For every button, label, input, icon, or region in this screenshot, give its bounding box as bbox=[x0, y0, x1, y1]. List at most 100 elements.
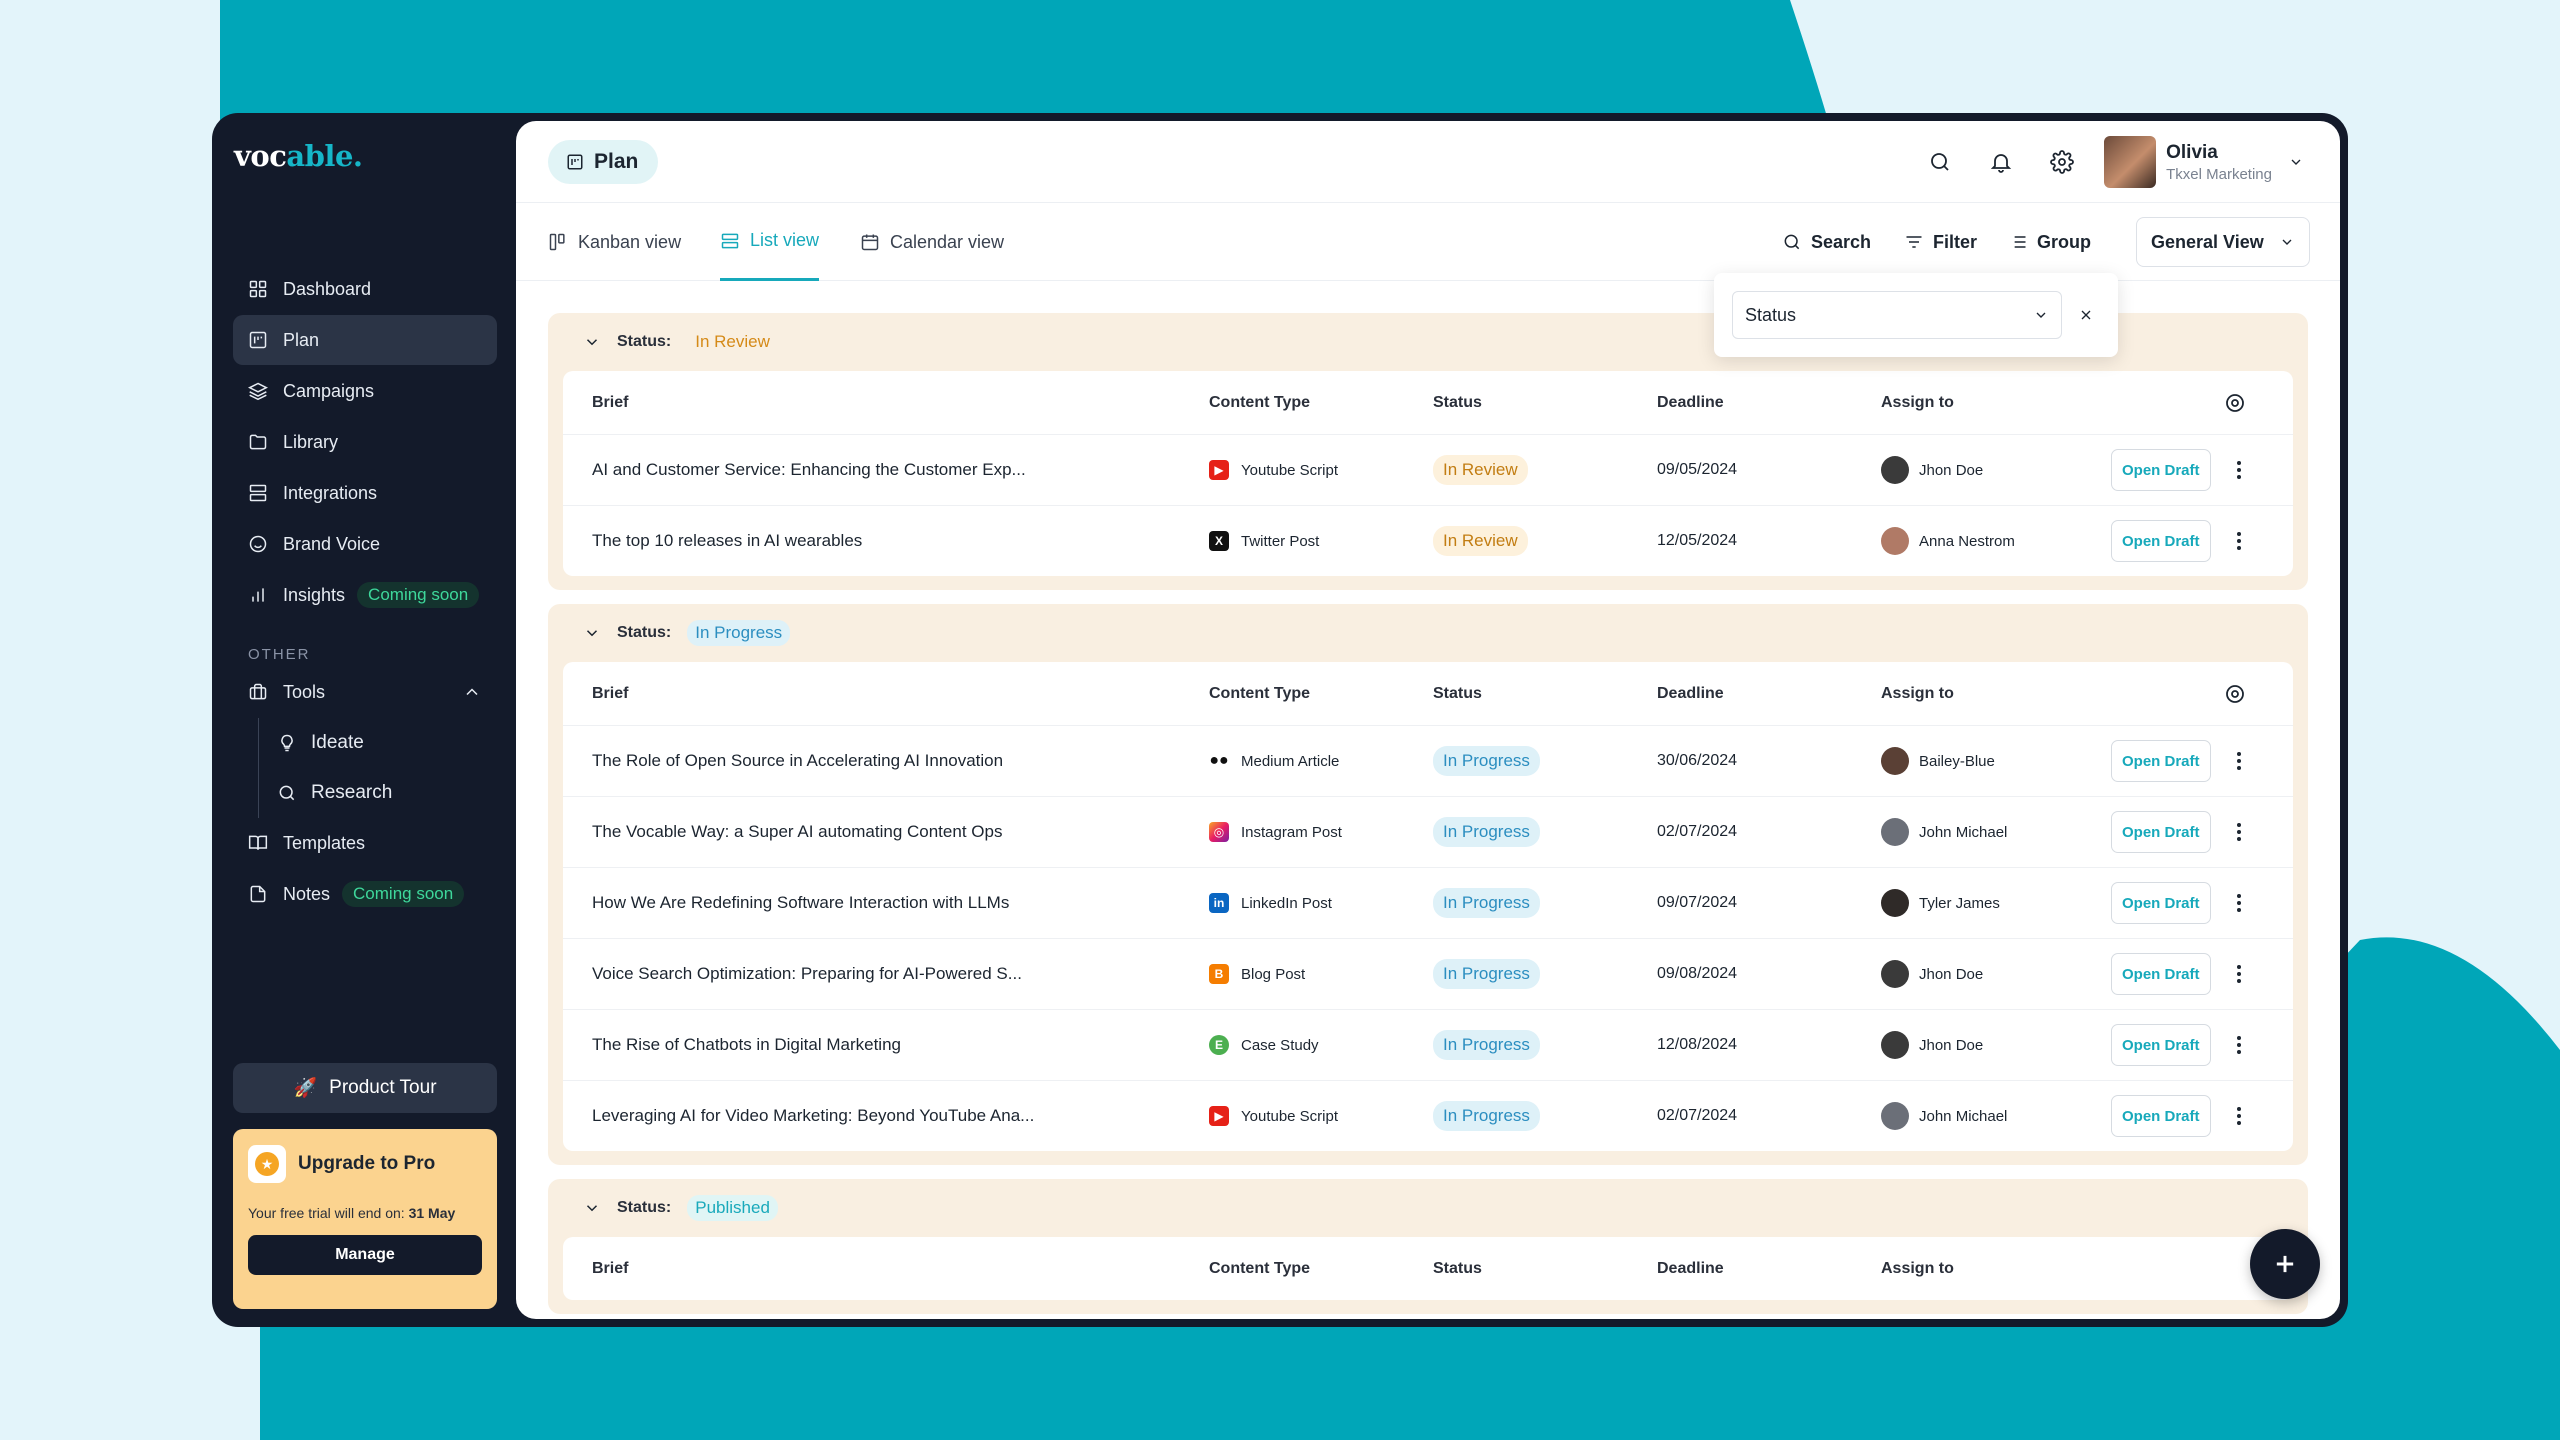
app-window: vocable. Dashboard Plan Campaigns Librar… bbox=[212, 113, 2348, 1327]
notifications-button[interactable] bbox=[1970, 135, 2031, 189]
kanban-icon bbox=[549, 233, 565, 251]
close-filter-button[interactable] bbox=[2074, 303, 2098, 327]
settings-button[interactable] bbox=[2031, 135, 2092, 189]
column-header-assign: Assign to bbox=[1881, 1259, 1954, 1277]
search-tool-button[interactable]: Search bbox=[1782, 203, 1871, 281]
filter-field-select[interactable]: Status bbox=[1732, 291, 2062, 339]
product-tour-button[interactable]: 🚀 Product Tour bbox=[233, 1063, 497, 1113]
more-options-button[interactable] bbox=[2227, 1010, 2251, 1080]
row-deadline: 09/08/2024 bbox=[1657, 965, 1738, 982]
open-draft-button[interactable]: Open Draft bbox=[2111, 520, 2211, 562]
open-draft-button[interactable]: Open Draft bbox=[2111, 449, 2211, 491]
table-row[interactable]: The Role of Open Source in Accelerating … bbox=[563, 725, 2293, 796]
linkedin-icon: in bbox=[1209, 893, 1229, 913]
more-options-button[interactable] bbox=[2227, 797, 2251, 867]
layers-icon bbox=[247, 380, 269, 402]
sidebar-item-ideate[interactable]: Ideate bbox=[259, 718, 497, 768]
search-button[interactable] bbox=[1909, 135, 1970, 189]
row-assignee: Jhon Doe bbox=[1881, 1010, 1983, 1080]
sidebar-item-brand-voice[interactable]: Brand Voice bbox=[233, 519, 497, 569]
tab-kanban[interactable]: Kanban view bbox=[548, 203, 681, 281]
column-header-content-type: Content Type bbox=[1209, 684, 1311, 702]
user-menu[interactable]: Olivia Tkxel Marketing bbox=[2104, 136, 2304, 188]
status-badge: In Progress bbox=[1433, 1030, 1540, 1060]
sidebar-item-research[interactable]: Research bbox=[259, 768, 497, 818]
more-options-button[interactable] bbox=[2227, 726, 2251, 796]
tab-calendar[interactable]: Calendar view bbox=[860, 203, 1004, 281]
kebab-menu-icon bbox=[2237, 461, 2241, 479]
open-draft-button[interactable]: Open Draft bbox=[2111, 740, 2211, 782]
bar-chart-icon bbox=[247, 584, 269, 606]
filter-button[interactable]: Filter bbox=[1904, 203, 1977, 281]
group-header[interactable]: Status: In Progress bbox=[563, 604, 2293, 662]
page-title-label: Plan bbox=[594, 149, 639, 173]
row-content-type: E Case Study bbox=[1209, 1010, 1319, 1080]
open-draft-button[interactable]: Open Draft bbox=[2111, 953, 2211, 995]
group-header[interactable]: Status: Published bbox=[563, 1179, 2293, 1237]
table-row[interactable]: The top 10 releases in AI wearables X Twi… bbox=[563, 505, 2293, 576]
more-options-button[interactable] bbox=[2227, 506, 2251, 576]
open-draft-button[interactable]: Open Draft bbox=[2111, 1095, 2211, 1137]
sidebar-item-campaigns[interactable]: Campaigns bbox=[233, 366, 497, 416]
column-settings-button[interactable] bbox=[2223, 371, 2247, 434]
more-options-button[interactable] bbox=[2227, 435, 2251, 505]
column-settings-button[interactable] bbox=[2223, 662, 2247, 725]
upgrade-card: ★ Upgrade to Pro Your free trial will en… bbox=[233, 1129, 497, 1309]
x-twitter-icon: X bbox=[1209, 531, 1229, 551]
view-select-dropdown[interactable]: General View bbox=[2136, 217, 2310, 267]
sidebar-item-dashboard[interactable]: Dashboard bbox=[233, 264, 497, 314]
search-icon bbox=[279, 785, 295, 801]
table-row[interactable]: AI and Customer Service: Enhancing the C… bbox=[563, 434, 2293, 505]
open-draft-button[interactable]: Open Draft bbox=[2111, 1024, 2211, 1066]
sidebar-item-label: Brand Voice bbox=[283, 533, 381, 554]
search-tool-label: Search bbox=[1811, 231, 1872, 252]
sidebar-item-templates[interactable]: Templates bbox=[233, 818, 497, 868]
row-assignee: John Michael bbox=[1881, 1081, 2007, 1151]
page-title: Plan bbox=[548, 139, 659, 184]
kebab-menu-icon bbox=[2237, 894, 2241, 912]
sidebar-item-insights[interactable]: Insights Coming soon bbox=[233, 570, 497, 620]
filter-field-value: Status bbox=[1745, 304, 1797, 325]
coming-soon-badge: Coming soon bbox=[357, 582, 480, 608]
sidebar-item-label: Campaigns bbox=[283, 380, 375, 401]
manage-button[interactable]: Manage bbox=[248, 1235, 482, 1275]
grid-icon bbox=[247, 278, 269, 300]
row-status: In Progress bbox=[1433, 797, 1540, 867]
more-options-button[interactable] bbox=[2227, 1081, 2251, 1151]
chevron-down-icon bbox=[586, 339, 598, 346]
sidebar-item-notes[interactable]: Notes Coming soon bbox=[233, 869, 497, 919]
sidebar-item-library[interactable]: Library bbox=[233, 417, 497, 467]
row-deadline: 30/06/2024 bbox=[1657, 752, 1738, 769]
top-bar: Plan Olivia Tkxel Marketing bbox=[516, 121, 2340, 203]
tab-list[interactable]: List view bbox=[720, 203, 820, 281]
sidebar-item-label: Templates bbox=[283, 832, 366, 853]
sidebar-item-plan[interactable]: Plan bbox=[233, 315, 497, 365]
status-badge: In Progress bbox=[1433, 888, 1540, 918]
table-row[interactable]: The Rise of Chatbots in Digital Marketin… bbox=[563, 1009, 2293, 1080]
table-row[interactable]: Voice Search Optimization: Preparing for… bbox=[563, 938, 2293, 1009]
sidebar-item-integrations[interactable]: Integrations bbox=[233, 468, 497, 518]
table-in-review: Brief Content Type Status Deadline Assig… bbox=[563, 371, 2293, 576]
sidebar-item-label: Dashboard bbox=[283, 278, 372, 299]
open-draft-button[interactable]: Open Draft bbox=[2111, 882, 2211, 924]
group-button[interactable]: Group bbox=[2008, 203, 2091, 281]
table-row[interactable]: Leveraging AI for Video Marketing: Beyon… bbox=[563, 1080, 2293, 1151]
table-row[interactable]: How We Are Redefining Software Interacti… bbox=[563, 867, 2293, 938]
more-options-button[interactable] bbox=[2227, 939, 2251, 1009]
chevron-down-icon bbox=[2036, 312, 2046, 318]
more-options-button[interactable] bbox=[2227, 868, 2251, 938]
vocable-logo[interactable]: vocable. bbox=[234, 139, 363, 173]
case-study-icon: E bbox=[1209, 1035, 1229, 1055]
gear-icon bbox=[2049, 150, 2074, 174]
sidebar-item-tools[interactable]: Tools bbox=[233, 667, 497, 717]
bell-icon bbox=[1990, 154, 2011, 173]
add-button[interactable] bbox=[2250, 1229, 2320, 1299]
sidebar-item-label: Plan bbox=[283, 329, 320, 350]
user-name: Olivia bbox=[2166, 141, 2218, 163]
open-draft-button[interactable]: Open Draft bbox=[2111, 811, 2211, 853]
column-header-status: Status bbox=[1433, 684, 1482, 702]
table-row[interactable]: The Vocable Way: a Super AI automating C… bbox=[563, 796, 2293, 867]
calendar-icon bbox=[861, 234, 879, 251]
sidebar-item-label: Insights bbox=[283, 584, 346, 605]
row-content-type: B Blog Post bbox=[1209, 939, 1305, 1009]
